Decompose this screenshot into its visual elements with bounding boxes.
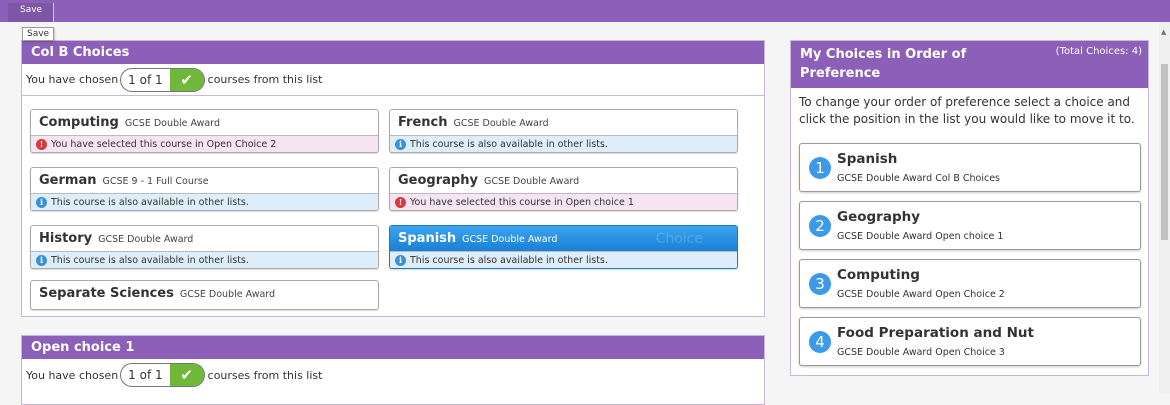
- course-name: Computing: [39, 115, 119, 130]
- course-type: GCSE Double Award: [462, 234, 558, 245]
- chosen-summary: You have chosen 1 of 1 ✔ courses from th…: [22, 359, 764, 391]
- check-icon: ✔: [169, 68, 204, 91]
- preference-name: Computing: [837, 267, 920, 283]
- course-name: French: [398, 115, 448, 130]
- preferences-panel: My Choices in Order of Preference (Total…: [790, 40, 1149, 376]
- course-message-text: You have selected this course in Open Ch…: [51, 138, 277, 150]
- course-message: i This course is also available in other …: [31, 251, 378, 268]
- scroll-up-icon[interactable]: ▲: [1161, 28, 1166, 36]
- save-tooltip: Save: [22, 27, 55, 41]
- course-type: GCSE Double Award: [453, 118, 549, 129]
- info-icon: i: [36, 254, 47, 266]
- course-type: GCSE Double Award: [124, 118, 221, 129]
- course-message: i This course is also available in other …: [390, 251, 737, 268]
- course-card-german[interactable]: German GCSE 9 - 1 Full Course i This cours…: [30, 167, 379, 211]
- rank-badge: 2: [809, 215, 831, 237]
- info-icon: i: [36, 196, 47, 208]
- course-type: GCSE Double Award: [179, 289, 276, 300]
- preference-detail: GCSE Double Award Open Choice 2: [837, 289, 1005, 300]
- panel-title: Col B Choices: [22, 41, 764, 64]
- rank-badge: 4: [809, 331, 831, 353]
- info-icon: i: [395, 138, 406, 150]
- preference-name: Spanish: [837, 151, 898, 167]
- course-name: Spanish: [398, 231, 457, 246]
- page-scrollbar[interactable]: ▲: [1159, 22, 1170, 394]
- course-type: GCSE Double Award: [483, 176, 580, 187]
- scrollbar-thumb[interactable]: [1161, 64, 1168, 240]
- course-name: Separate Sciences: [39, 286, 174, 301]
- chosen-count: 1 of 1: [128, 72, 163, 87]
- choice-watermark: Choice: [655, 231, 703, 247]
- course-name: Geography: [398, 173, 478, 188]
- preferences-title: My Choices in Order of Preference: [800, 47, 967, 81]
- course-message-text: You have selected this course in Open ch…: [410, 196, 634, 208]
- chosen-prefix: You have chosen: [26, 368, 119, 382]
- course-type: GCSE 9 - 1 Full Course: [102, 176, 209, 187]
- preference-item-3[interactable]: 3 Computing GCSE Double Award Open Choic…: [799, 259, 1141, 308]
- open-choice-1-panel: Open choice 1 You have chosen 1 of 1 ✔ c…: [21, 335, 765, 405]
- course-card-geography[interactable]: Geography GCSE Double Award ! You have sel…: [389, 167, 738, 211]
- rank-badge: 1: [809, 157, 831, 179]
- chosen-count-pill: 1 of 1 ✔: [120, 363, 205, 387]
- preference-detail: GCSE Double Award Open choice 1: [837, 231, 1004, 242]
- course-message-text: This course is also available in other l…: [410, 138, 608, 150]
- course-message: i This course is also available in other …: [31, 193, 378, 210]
- rank-badge: 3: [809, 273, 831, 295]
- course-type: GCSE Double Award: [98, 234, 194, 245]
- course-message-text: This course is also available in other l…: [410, 254, 608, 266]
- course-name: German: [39, 173, 97, 188]
- check-icon: ✔: [169, 364, 204, 386]
- preference-item-4[interactable]: 4 Food Preparation and Nut GCSE Double A…: [799, 317, 1141, 366]
- warning-icon: !: [395, 196, 406, 208]
- chosen-prefix: You have chosen: [26, 73, 119, 86]
- course-message: ! You have selected this course in Open c…: [390, 193, 737, 210]
- course-card-separate-sciences[interactable]: Separate Sciences GCSE Double Award: [30, 280, 379, 310]
- panel-title: Open choice 1: [22, 336, 764, 359]
- total-choices: (Total Choices: 4): [1055, 46, 1142, 57]
- top-toolbar: Save: [0, 0, 1170, 22]
- course-message: ! You have selected this course in Open C…: [31, 135, 378, 152]
- chosen-count-pill: 1 of 1 ✔: [120, 67, 205, 92]
- course-card-french[interactable]: French GCSE Double Award i This course is …: [389, 109, 738, 153]
- info-icon: i: [395, 254, 406, 266]
- colb-panel: Col B Choices You have chosen 1 of 1 ✔ c…: [21, 40, 765, 317]
- chosen-suffix: courses from this list: [207, 368, 323, 382]
- course-message: i This course is also available in other …: [390, 135, 737, 152]
- chosen-count: 1 of 1: [128, 368, 163, 382]
- warning-icon: !: [36, 138, 47, 150]
- course-name: History: [39, 231, 93, 246]
- course-message-text: This course is also available in other l…: [51, 254, 249, 266]
- preferences-instructions: To change your order of preference selec…: [799, 95, 1135, 126]
- course-card-history[interactable]: History GCSE Double Award i This course is…: [30, 225, 379, 269]
- preferences-header: My Choices in Order of Preference (Total…: [791, 41, 1148, 88]
- chosen-summary: You have chosen 1 of 1 ✔ courses from th…: [22, 64, 764, 96]
- course-card-spanish[interactable]: Spanish GCSE Double Award Choice i This cou…: [389, 225, 738, 269]
- preference-detail: GCSE Double Award Open Choice 3: [837, 347, 1005, 358]
- save-button[interactable]: Save: [8, 3, 54, 22]
- preference-item-2[interactable]: 2 Geography GCSE Double Award Open choic…: [799, 201, 1141, 250]
- course-message-text: This course is also available in other l…: [51, 196, 249, 208]
- chosen-suffix: courses from this list: [207, 73, 323, 86]
- preference-detail: GCSE Double Award Col B Choices: [837, 173, 1000, 184]
- preference-name: Food Preparation and Nut: [837, 325, 1034, 341]
- preference-name: Geography: [837, 209, 921, 225]
- preference-item-1[interactable]: 1 Spanish GCSE Double Award Col B Choice…: [799, 143, 1141, 192]
- course-card-computing[interactable]: Computing GCSE Double Award ! You have sel…: [30, 109, 379, 153]
